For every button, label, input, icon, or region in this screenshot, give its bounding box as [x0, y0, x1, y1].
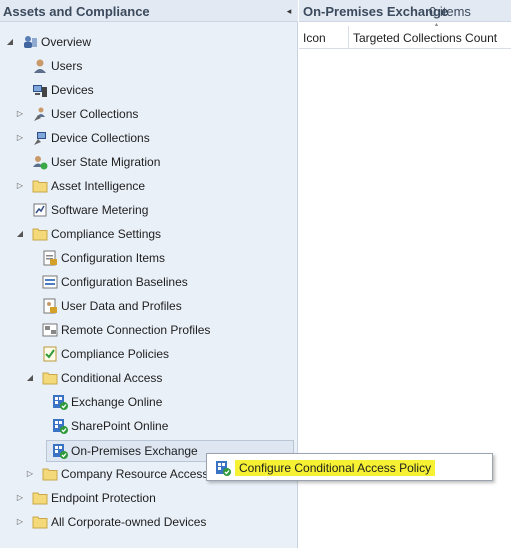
tree-item-label: Devices [51, 83, 94, 97]
user-icon [32, 58, 48, 74]
column-header-targeted-collections-count[interactable]: Targeted Collections Count [349, 26, 511, 49]
menu-item-configure-conditional-access-policy[interactable]: Configure Conditional Access Policy [211, 457, 435, 477]
tree-item-label: Asset Intelligence [51, 179, 146, 193]
configuration-baselines-icon [42, 274, 58, 290]
context-menu: Configure Conditional Access Policy [206, 453, 493, 481]
tree-item-label: Users [51, 59, 83, 73]
tree-item-label: Overview [41, 35, 92, 49]
user-collections-icon [32, 106, 48, 122]
folder-icon [32, 226, 48, 242]
tree-item-label: Software Metering [51, 203, 149, 217]
tree-item-overview[interactable]: ◢ Overview [0, 32, 298, 52]
tree-item-label: User Data and Profiles [61, 299, 182, 313]
folder-icon [32, 490, 48, 506]
folder-icon [42, 370, 58, 386]
exchange-icon [215, 460, 231, 476]
tree-item-users[interactable]: Users [0, 56, 298, 76]
tree-item-label: SharePoint Online [71, 419, 169, 433]
tree-item-label: On-Premises Exchange [71, 444, 198, 458]
column-header-icon[interactable]: Icon [299, 26, 349, 49]
tree-item-endpoint-protection[interactable]: ▷ Endpoint Protection [0, 488, 298, 508]
tree-item-user-collections[interactable]: ▷ User Collections [0, 104, 298, 124]
remote-connection-icon [42, 322, 58, 338]
tree-item-label: Configuration Items [61, 251, 166, 265]
tree-item-configuration-baselines[interactable]: Configuration Baselines [0, 272, 298, 292]
tree-item-label: Company Resource Access [61, 467, 209, 481]
device-collections-icon [32, 130, 48, 146]
tree-item-label: User Collections [51, 107, 139, 121]
expanded-arrow-icon[interactable]: ◢ [26, 374, 34, 382]
collapsed-arrow-icon[interactable]: ▷ [26, 470, 34, 478]
menu-item-label: Configure Conditional Access Policy [239, 461, 432, 475]
folder-icon [42, 466, 58, 482]
tree-item-asset-intelligence[interactable]: ▷ Asset Intelligence [0, 176, 298, 196]
navigation-header: Assets and Compliance ◂ [0, 0, 298, 22]
collapsed-arrow-icon[interactable]: ▷ [16, 110, 24, 118]
tree-item-label: Device Collections [51, 131, 150, 145]
tree-item-exchange-online[interactable]: Exchange Online [0, 392, 298, 412]
tree-item-configuration-items[interactable]: Configuration Items [0, 248, 298, 268]
folder-icon [32, 178, 48, 194]
configuration-items-icon [42, 250, 58, 266]
tree-item-label: Endpoint Protection [51, 491, 156, 505]
expanded-arrow-icon[interactable]: ◢ [16, 230, 24, 238]
collapsed-arrow-icon[interactable]: ▷ [16, 494, 24, 502]
tree-item-label: Remote Connection Profiles [61, 323, 211, 337]
tree-item-label: Conditional Access [61, 371, 163, 385]
expanded-arrow-icon[interactable]: ◢ [6, 38, 14, 46]
collapsed-arrow-icon[interactable]: ▷ [16, 518, 24, 526]
exchange-icon [52, 418, 68, 434]
exchange-icon [52, 394, 68, 410]
compliance-policies-icon [42, 346, 58, 362]
collapsed-arrow-icon[interactable]: ▷ [16, 134, 24, 142]
user-state-migration-icon [32, 154, 48, 170]
tree-item-label: Compliance Policies [61, 347, 170, 361]
tree-item-software-metering[interactable]: Software Metering [0, 200, 298, 220]
software-metering-icon [32, 202, 48, 218]
tree-item-user-state-migration[interactable]: User State Migration [0, 152, 298, 172]
tree-item-devices[interactable]: Devices [0, 80, 298, 100]
tree-item-compliance-settings[interactable]: ◢ Compliance Settings [0, 224, 298, 244]
results-header: On-Premises Exchange 0 items [299, 0, 511, 22]
tree-item-user-data-profiles[interactable]: User Data and Profiles [0, 296, 298, 316]
exchange-icon [52, 443, 68, 459]
tree-item-all-corporate-owned-devices[interactable]: ▷ All Corporate-owned Devices [0, 512, 298, 532]
tree-item-label: Compliance Settings [51, 227, 162, 241]
tree-item-compliance-policies[interactable]: Compliance Policies [0, 344, 298, 364]
item-count: 0 items [429, 4, 471, 19]
overview-icon [22, 34, 38, 50]
tree-item-label: All Corporate-owned Devices [51, 515, 207, 529]
tree-item-device-collections[interactable]: ▷ Device Collections [0, 128, 298, 148]
devices-icon [32, 82, 48, 98]
collapsed-arrow-icon[interactable]: ▷ [16, 182, 24, 190]
tree-item-remote-connection-profiles[interactable]: Remote Connection Profiles [0, 320, 298, 340]
folder-icon [32, 514, 48, 530]
collapse-pane-icon[interactable]: ◂ [284, 6, 294, 16]
tree-item-label: Exchange Online [71, 395, 163, 409]
tree-item-label: Configuration Baselines [61, 275, 188, 289]
results-title: On-Premises Exchange [303, 4, 449, 19]
user-data-profiles-icon [42, 298, 58, 314]
tree-item-sharepoint-online[interactable]: SharePoint Online [0, 416, 298, 436]
column-header-row: Icon Targeted Collections Count [299, 26, 511, 49]
workspace-title: Assets and Compliance [3, 4, 150, 19]
tree-item-conditional-access[interactable]: ◢ Conditional Access [0, 368, 298, 388]
tree-item-label: User State Migration [51, 155, 161, 169]
